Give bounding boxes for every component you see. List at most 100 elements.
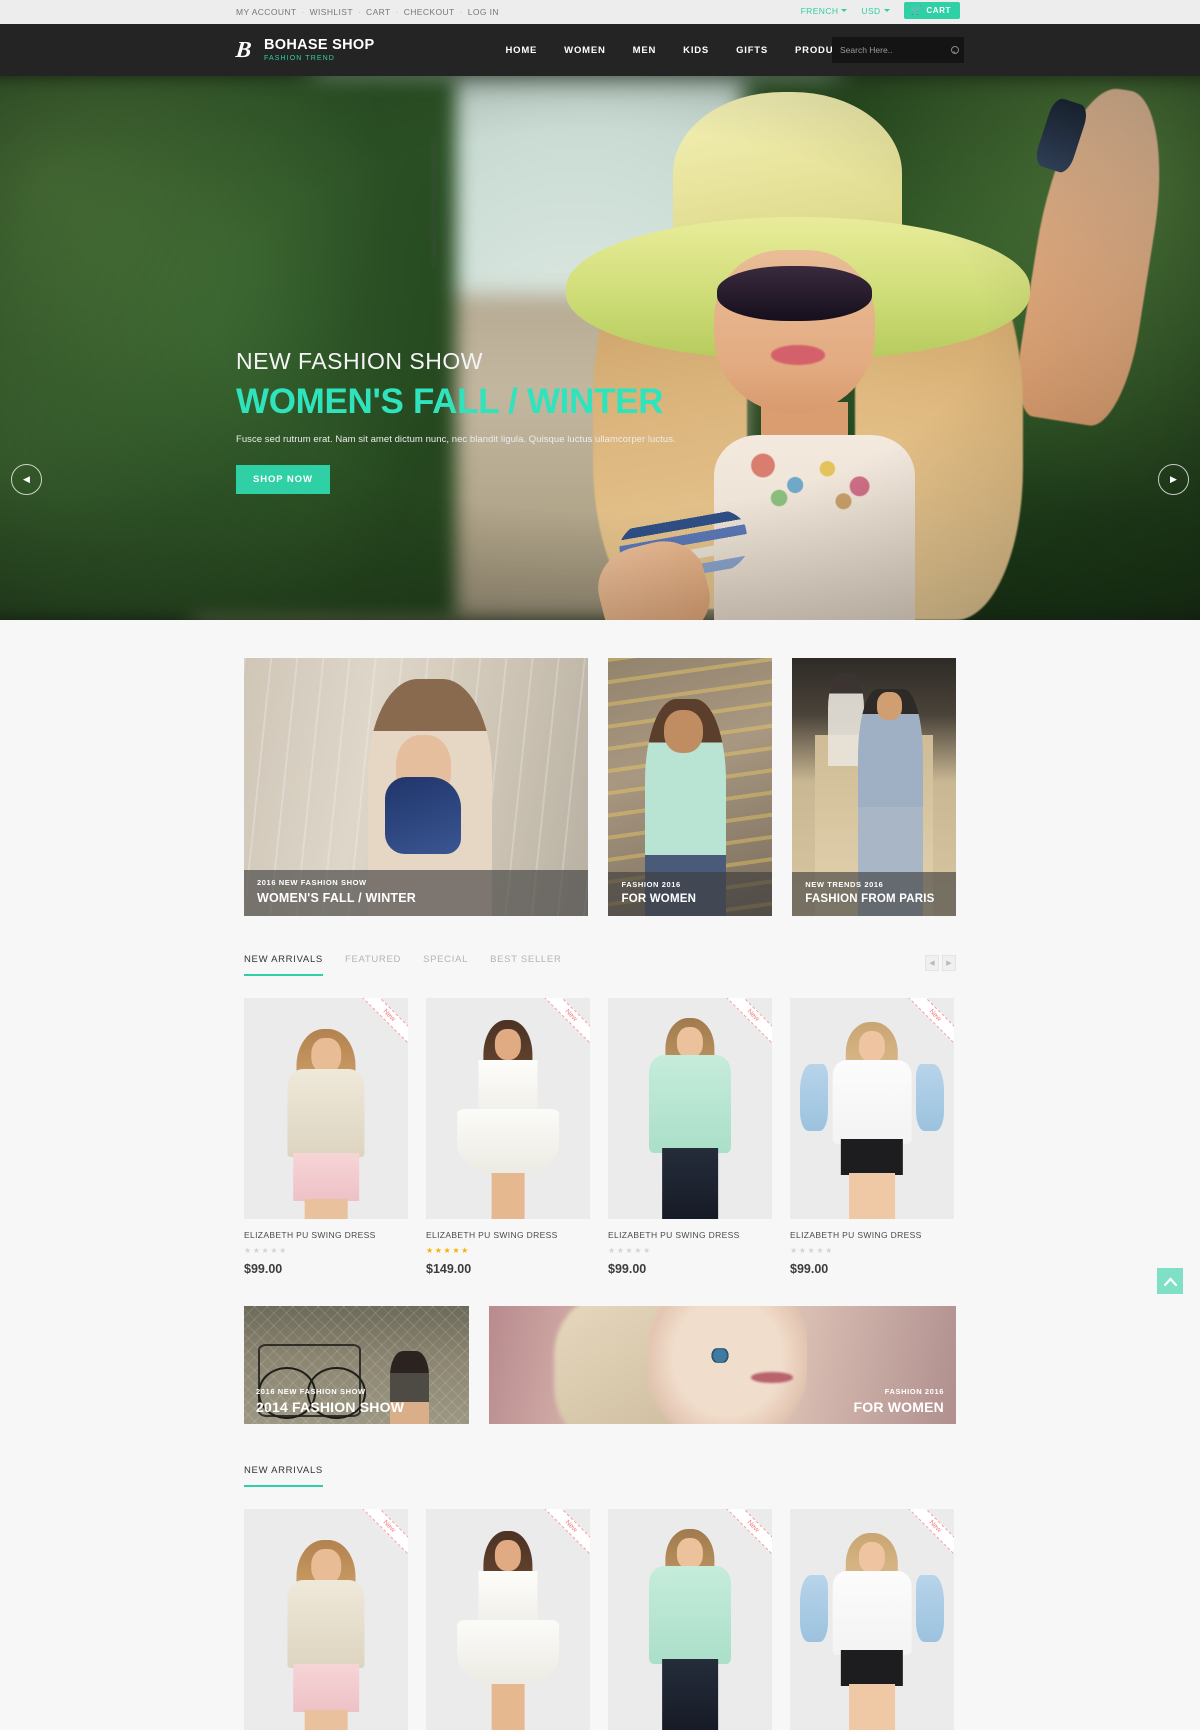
nav-item-home[interactable]: HOME <box>505 45 537 56</box>
product-name[interactable]: ELIZABETH PU SWING DRESS <box>244 1230 408 1240</box>
page-root: MY ACCOUNT · WISHLIST · CART · CHECKOUT … <box>0 0 1200 1730</box>
mid-banner-title: 2014 FASHION SHOW <box>256 1399 405 1415</box>
hero-prev-button[interactable]: ◀ <box>11 464 42 495</box>
product-price: $99.00 <box>608 1262 647 1276</box>
top-utility-bar: MY ACCOUNT · WISHLIST · CART · CHECKOUT … <box>0 0 1200 24</box>
new-badge-label: New <box>726 1509 772 1554</box>
product-name[interactable]: ELIZABETH PU SWING DRESS <box>426 1230 590 1240</box>
promo-title: FASHION FROM PARIS <box>805 893 935 905</box>
chevron-right-icon: ▶ <box>1170 474 1177 484</box>
new-badge-label: New <box>726 998 772 1043</box>
new-badge-label: New <box>908 1509 954 1554</box>
new-badge-ribbon: New <box>908 1509 954 1555</box>
product-name[interactable]: ELIZABETH PU SWING DRESS <box>790 1230 954 1240</box>
promo-banner-1[interactable]: 2016 NEW FASHION SHOW WOMEN'S FALL / WIN… <box>244 658 589 916</box>
product-image[interactable]: New <box>426 1509 590 1730</box>
tab-featured[interactable]: FEATURED <box>345 954 401 976</box>
new-badge-ribbon: New <box>726 1509 772 1555</box>
product-card[interactable]: New <box>790 1509 954 1730</box>
product-image[interactable]: New <box>244 998 408 1219</box>
promo-banner-3[interactable]: NEW TRENDS 2016 FASHION FROM PARIS <box>792 658 956 916</box>
nav-item-kids[interactable]: KIDS <box>683 45 709 56</box>
mid-banner-1[interactable]: 2016 NEW FASHION SHOW 2014 FASHION SHOW <box>244 1306 469 1424</box>
top-link-log-in[interactable]: LOG IN <box>468 7 499 17</box>
new-badge-ribbon: New <box>726 998 772 1044</box>
logo[interactable]: B BOHASE SHOP FASHION TREND <box>235 37 374 62</box>
new-badge-label: New <box>362 998 408 1043</box>
mid-banner-caption-1: 2016 NEW FASHION SHOW 2014 FASHION SHOW <box>244 1381 416 1424</box>
mid-banner-2[interactable]: FASHION 2016 FOR WOMEN <box>489 1306 956 1424</box>
mid-banner-subtitle: FASHION 2016 <box>884 1387 944 1396</box>
logo-tagline: FASHION TREND <box>264 54 335 62</box>
nav-item-men[interactable]: MEN <box>633 45 657 56</box>
promo-subtitle: FASHION 2016 <box>621 880 681 889</box>
promo-caption-3: NEW TRENDS 2016 FASHION FROM PARIS <box>792 872 956 916</box>
product-rating: ★★★★★ <box>426 1246 470 1255</box>
tab-next-button[interactable]: ▶ <box>942 955 956 971</box>
search-input[interactable] <box>840 45 951 55</box>
language-selector[interactable]: FRENCH <box>801 6 848 16</box>
currency-value: USD <box>861 5 881 16</box>
product-image[interactable]: New <box>608 998 772 1219</box>
product-card[interactable]: New <box>608 1509 772 1730</box>
new-badge-ribbon: New <box>908 998 954 1044</box>
product-price: $99.00 <box>790 1262 829 1276</box>
tab-special[interactable]: SPECIAL <box>423 954 468 976</box>
promo-title: FOR WOMEN <box>621 893 697 905</box>
hero-title: WOMEN'S FALL / WINTER <box>236 382 664 421</box>
tab-prev-button[interactable]: ◀ <box>925 955 939 971</box>
product-card[interactable]: New ELIZABETH PU SWING DRESS ★★★★★ $99.0… <box>790 998 954 1276</box>
new-badge-ribbon: New <box>362 998 408 1044</box>
promo-subtitle: 2016 NEW FASHION SHOW <box>257 878 367 887</box>
tab-list: NEW ARRIVALS FEATURED SPECIAL BEST SELLE… <box>244 954 562 976</box>
new-arrivals-heading: NEW ARRIVALS <box>244 1460 956 1487</box>
chevron-down-icon <box>841 9 848 12</box>
nav-item-women[interactable]: WOMEN <box>564 45 605 56</box>
mid-banner-title: FOR WOMEN <box>853 1399 944 1415</box>
hero-description: Fusce sed rutrum erat. Nam sit amet dict… <box>236 434 676 445</box>
new-badge-ribbon: New <box>544 1509 590 1555</box>
scroll-to-top-button[interactable] <box>1157 1268 1183 1294</box>
product-name[interactable]: ELIZABETH PU SWING DRESS <box>608 1230 772 1240</box>
search-box[interactable] <box>832 37 964 63</box>
top-link-my-account[interactable]: MY ACCOUNT <box>236 7 297 17</box>
hero-next-button[interactable]: ▶ <box>1158 464 1189 495</box>
product-card[interactable]: New ELIZABETH PU SWING DRESS ★★★★★ $99.0… <box>244 998 408 1276</box>
product-card[interactable]: New ELIZABETH PU SWING DRESS ★★★★★ $99.0… <box>608 998 772 1276</box>
promo-banner-2[interactable]: FASHION 2016 FOR WOMEN <box>608 658 773 916</box>
product-card[interactable]: New <box>244 1509 408 1730</box>
product-grid: New ELIZABETH PU SWING DRESS ★★★★★ $99.0… <box>244 998 956 1276</box>
chevron-down-icon <box>883 9 890 12</box>
top-link-wishlist[interactable]: WISHLIST <box>310 7 353 17</box>
product-rating: ★★★★★ <box>244 1246 288 1255</box>
product-image[interactable]: New <box>426 998 590 1219</box>
top-link-cart[interactable]: CART <box>366 7 391 17</box>
new-badge-ribbon: New <box>362 1509 408 1555</box>
currency-selector[interactable]: USD <box>861 5 890 16</box>
arrow-left-icon: ◀ <box>929 960 935 967</box>
tab-best-seller[interactable]: BEST SELLER <box>490 954 561 976</box>
shop-now-button[interactable]: SHOP NOW <box>236 465 330 494</box>
hero-caption: NEW FASHION SHOW WOMEN'S FALL / WINTER F… <box>236 348 756 494</box>
arrow-right-icon: ▶ <box>946 960 952 967</box>
mid-banner-subtitle: 2016 NEW FASHION SHOW <box>256 1387 366 1396</box>
chevron-left-icon: ◀ <box>23 474 30 484</box>
product-card[interactable]: New <box>426 1509 590 1730</box>
nav-item-gifts[interactable]: GIFTS <box>736 45 768 56</box>
product-image[interactable]: New <box>608 1509 772 1730</box>
mid-banner-row: 2016 NEW FASHION SHOW 2014 FASHION SHOW … <box>244 1306 956 1424</box>
new-badge-ribbon: New <box>544 998 590 1044</box>
logo-text: BOHASE SHOP FASHION TREND <box>264 38 374 62</box>
product-tabs: NEW ARRIVALS FEATURED SPECIAL BEST SELLE… <box>244 946 956 976</box>
top-link-checkout[interactable]: CHECKOUT <box>404 7 455 17</box>
top-right-controls: FRENCH USD 🛒 CART <box>801 2 960 19</box>
product-card[interactable]: New ELIZABETH PU SWING DRESS ★★★★★ $149.… <box>426 998 590 1276</box>
product-image[interactable]: New <box>244 1509 408 1730</box>
product-image[interactable]: New <box>790 998 954 1219</box>
tab-new-arrivals[interactable]: NEW ARRIVALS <box>244 954 323 976</box>
cart-button[interactable]: 🛒 CART <box>903 2 960 19</box>
product-rating: ★★★★★ <box>790 1246 834 1255</box>
tab-carousel-controls: ◀ ▶ <box>925 955 956 971</box>
search-icon[interactable] <box>951 45 959 55</box>
product-image[interactable]: New <box>790 1509 954 1730</box>
